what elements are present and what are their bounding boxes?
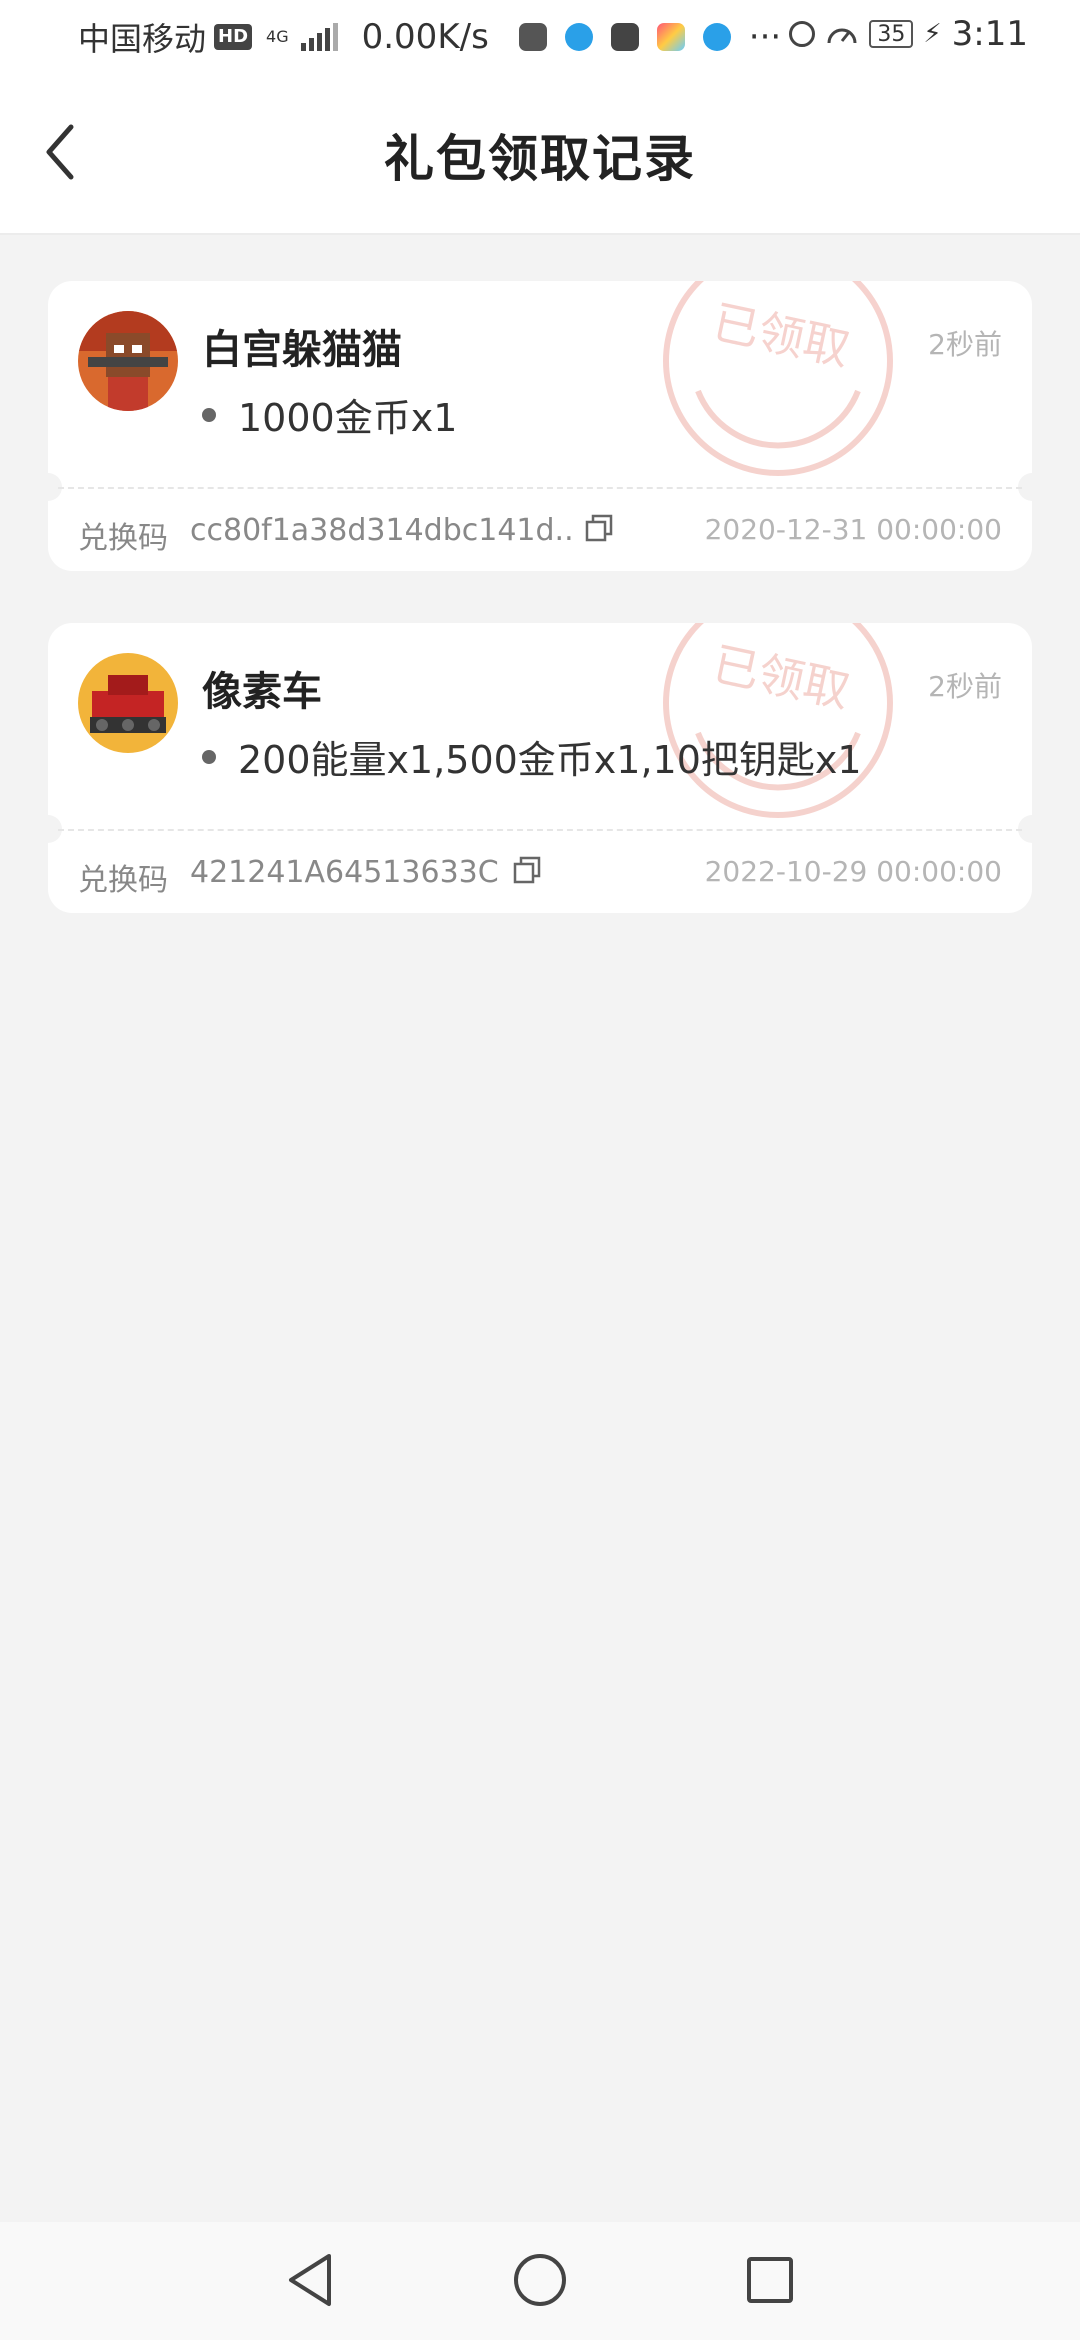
redeem-code[interactable]: cc80f1a38d314dbc141d.. [190, 513, 574, 548]
expire-date: 2020-12-31 00:00:00 [704, 513, 1002, 546]
network-type: 4G [266, 27, 289, 46]
claimed-stamp: 已领取 [663, 623, 893, 818]
alarm-icon [789, 21, 816, 47]
page-title: 礼包领取记录 [384, 130, 696, 188]
appgallery-app-icon [610, 23, 639, 51]
card-top: 已领取 白宫躲猫猫 1000金币x1 2秒前 [48, 281, 1032, 501]
clock: 3:11 [951, 14, 1028, 54]
claimed-stamp: 已领取 [663, 281, 893, 476]
network-speed: 0.00K/s [361, 17, 489, 57]
game-avatar-image [78, 653, 178, 753]
nav-back-button[interactable] [278, 2248, 342, 2312]
radio-app-icon [518, 23, 547, 51]
browser-app-icon-2 [702, 23, 731, 51]
charging-icon: ⚡ [923, 19, 942, 49]
gift-record-card[interactable]: 已领取 像素车 200能量x1,500金币x1,10把钥匙x1 2秒前 兑换码 … [48, 623, 1032, 913]
browser-app-icon [564, 23, 593, 51]
status-right: 35 ⚡ 3:11 [789, 14, 1028, 54]
nav-recents-button[interactable] [738, 2248, 802, 2312]
game-name: 白宫躲猫猫 [202, 327, 402, 373]
card-bottom: 兑换码 421241A64513633C 2022-10-29 00:00:00 [48, 829, 1032, 913]
signal-icon [300, 23, 338, 51]
square-recents-icon [747, 2257, 793, 2303]
game-name: 像素车 [202, 669, 322, 715]
gift-item: 200能量x1,500金币x1,10把钥匙x1 [202, 729, 862, 784]
code-label: 兑换码 [78, 521, 168, 556]
speedometer-icon [827, 28, 857, 44]
bullet-icon [202, 749, 216, 764]
copy-icon[interactable] [512, 855, 542, 885]
theme-app-icon [656, 23, 685, 51]
circle-home-icon [514, 2254, 566, 2306]
claim-time: 2秒前 [928, 670, 1002, 703]
status-left: 中国移动 HD 4G 0.00K/s ··· [78, 14, 781, 60]
hd-badge: HD [214, 24, 253, 50]
game-avatar-image [78, 311, 178, 411]
card-top: 已领取 像素车 200能量x1,500金币x1,10把钥匙x1 2秒前 [48, 623, 1032, 843]
triangle-back-icon [289, 2254, 331, 2306]
redeem-code[interactable]: 421241A64513633C [190, 855, 499, 890]
stamp-text: 已领取 [708, 295, 854, 377]
app-header: 礼包领取记录 [0, 75, 1080, 235]
gift-item: 1000金币x1 [202, 387, 457, 442]
more-notifications: ··· [748, 17, 782, 57]
card-bottom: 兑换码 cc80f1a38d314dbc141d.. 2020-12-31 00… [48, 487, 1032, 571]
claim-time: 2秒前 [928, 328, 1002, 361]
game-avatar [78, 653, 178, 753]
system-nav-bar [0, 2222, 1080, 2340]
copy-icon[interactable] [584, 513, 614, 543]
battery-indicator: 35 [869, 20, 914, 48]
code-label: 兑换码 [78, 863, 168, 898]
gift-record-card[interactable]: 已领取 白宫躲猫猫 1000金币x1 2秒前 兑换码 cc80f1a38d314… [48, 281, 1032, 571]
carrier-label: 中国移动 [78, 20, 207, 58]
nav-home-button[interactable] [508, 2248, 572, 2312]
status-bar: 中国移动 HD 4G 0.00K/s ··· 35 ⚡ 3:11 [0, 0, 1080, 75]
gift-item-text: 200能量x1,500金币x1,10把钥匙x1 [238, 738, 862, 782]
expire-date: 2022-10-29 00:00:00 [704, 855, 1002, 888]
game-avatar [78, 311, 178, 411]
stamp-text: 已领取 [708, 637, 854, 719]
gift-item-text: 1000金币x1 [238, 396, 458, 440]
bullet-icon [202, 407, 216, 422]
